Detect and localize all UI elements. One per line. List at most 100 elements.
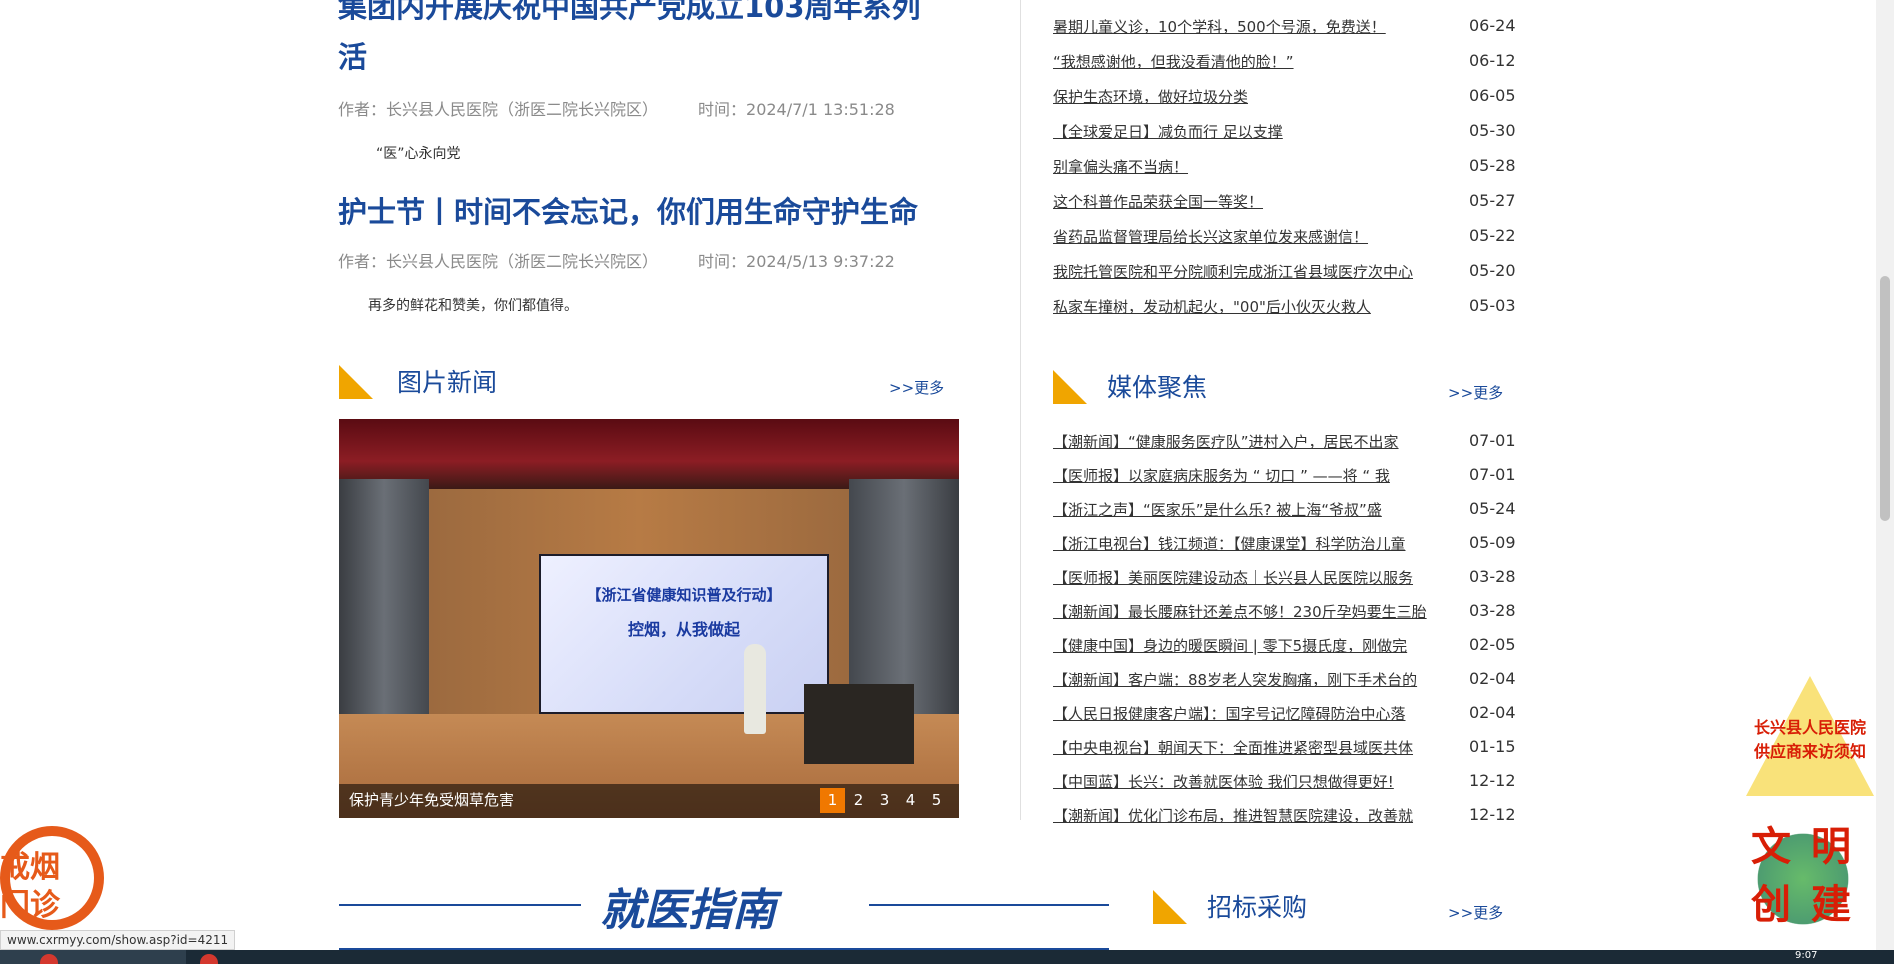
slider-page-3[interactable]: 3: [872, 788, 897, 813]
slider-page-4[interactable]: 4: [898, 788, 923, 813]
list-item[interactable]: 【健康中国】身边的暖医瞬间 | 零下5摄氏度，刚做完 02-05: [1053, 635, 1516, 659]
photo-news-more-link[interactable]: >>更多: [889, 377, 944, 398]
photo-news-title: 图片新闻: [397, 368, 498, 397]
media-header: 媒体聚焦 >>更多: [1053, 368, 1513, 408]
stage-screen: 【浙江省健康知识普及行动】 控烟，从我做起: [539, 554, 829, 714]
screen-heading: 【浙江省健康知识普及行动】: [586, 586, 782, 604]
supplier-notice-line1: 长兴县人民医院: [1753, 718, 1866, 737]
news-date: 06-05: [1469, 86, 1516, 105]
app-icon[interactable]: [200, 954, 218, 964]
list-item[interactable]: 【全球爱足日】减负而行 足以支撑 05-30: [1053, 121, 1516, 145]
slider-page-2[interactable]: 2: [846, 788, 871, 813]
media-title-link[interactable]: 【人民日报健康客户端】：国字号记忆障碍防治中心落: [1053, 703, 1445, 724]
smoke-badge-line2: 门诊: [0, 888, 60, 923]
list-item[interactable]: 【潮新闻】优化门诊布局，推进智慧医院建设，改善就 12-12: [1053, 805, 1516, 829]
media-title-link[interactable]: 【浙江之声】“医家乐”是什么乐? 被上海“爷叔”盛: [1053, 499, 1445, 520]
article-time: 时间：2024/7/1 13:51:28: [698, 100, 895, 119]
section-triangle-icon: [339, 365, 373, 399]
media-title: 媒体聚焦: [1107, 373, 1208, 402]
news-title[interactable]: 别拿偏头痛不当病！: [1053, 156, 1445, 177]
guide-divider-right: [869, 904, 1109, 906]
taskbar: 9:07: [0, 950, 1894, 964]
media-date: 02-05: [1469, 635, 1516, 654]
civil-char: 文: [1751, 824, 1791, 870]
media-title-link[interactable]: 【潮新闻】优化门诊布局，推进智慧医院建设，改善就: [1053, 805, 1445, 826]
list-item[interactable]: 【潮新闻】“健康服务医疗队”进村入户，居民不出家 07-01: [1053, 431, 1516, 455]
media-title-link[interactable]: 【潮新闻】“健康服务医疗队”进村入户，居民不出家: [1053, 431, 1445, 452]
media-date: 02-04: [1469, 669, 1516, 688]
news-title[interactable]: 这个科普作品荣获全国一等奖！: [1053, 191, 1445, 212]
supplier-notice-badge[interactable]: 长兴县人民医院 供应商来访须知: [1746, 676, 1874, 800]
list-item[interactable]: 【中央电视台】朝闻天下：全面推进紧密型县域医共体 01-15: [1053, 737, 1516, 761]
list-item[interactable]: 【人民日报健康客户端】：国字号记忆障碍防治中心落 02-04: [1053, 703, 1516, 727]
media-title-link[interactable]: 【医师报】以家庭病床服务为 “ 切口 ” ——将 “ 我: [1053, 465, 1445, 486]
list-item[interactable]: 保护生态环境，做好垃圾分类 06-05: [1053, 86, 1516, 110]
section-triangle-icon: [1153, 890, 1187, 924]
media-date: 02-04: [1469, 703, 1516, 722]
news-date: 05-03: [1469, 296, 1516, 315]
list-item[interactable]: 【医师报】美丽医院建设动态｜长兴县人民医院以服务 03-28: [1053, 567, 1516, 591]
photo-slider[interactable]: 【浙江省健康知识普及行动】 控烟，从我做起 保护青少年免受烟草危害 1 2 3 …: [339, 419, 959, 818]
news-date: 05-22: [1469, 226, 1516, 245]
civil-char: 明: [1811, 824, 1851, 870]
slider-pagination: 1 2 3 4 5: [820, 788, 949, 813]
list-item[interactable]: 【潮新闻】最长腰麻针还差点不够！230斤孕妈要生三胎 03-28: [1053, 601, 1516, 625]
photo-news-header: 图片新闻 >>更多: [339, 363, 959, 403]
news-date: 06-12: [1469, 51, 1516, 70]
media-title-link[interactable]: 【健康中国】身边的暖医瞬间 | 零下5摄氏度，刚做完: [1053, 635, 1445, 656]
list-item[interactable]: 【浙江电视台】钱江频道：【健康课堂】科学防治儿童 05-09: [1053, 533, 1516, 557]
list-item[interactable]: 这个科普作品荣获全国一等奖！ 05-27: [1053, 191, 1516, 215]
list-item[interactable]: 【潮新闻】客户端：88岁老人突发胸痛，刚下手术台的 02-04: [1053, 669, 1516, 693]
news-title[interactable]: “我想感谢他，但我没看清他的脸！”: [1053, 51, 1445, 72]
slider-page-5[interactable]: 5: [924, 788, 949, 813]
media-title-link[interactable]: 【潮新闻】最长腰麻针还差点不够！230斤孕妈要生三胎: [1053, 601, 1445, 622]
civil-char: 创: [1751, 882, 1791, 928]
tender-more-link[interactable]: >>更多: [1448, 902, 1503, 923]
media-title-link[interactable]: 【中央电视台】朝闻天下：全面推进紧密型县域医共体: [1053, 737, 1445, 758]
slider-page-1[interactable]: 1: [820, 788, 845, 813]
media-date: 05-09: [1469, 533, 1516, 552]
list-item[interactable]: 别拿偏头痛不当病！ 05-28: [1053, 156, 1516, 180]
list-item[interactable]: 暑期儿童义诊，10个学科，500个号源，免费送！ 06-24: [1053, 16, 1516, 40]
column-divider: [1020, 0, 1021, 820]
supplier-notice-line2: 供应商来访须知: [1753, 742, 1866, 761]
media-title-link[interactable]: 【潮新闻】客户端：88岁老人突发胸痛，刚下手术台的: [1053, 669, 1445, 690]
article-meta-1: 作者：长兴县人民医院（浙医二院长兴院区） 时间：2024/7/1 13:51:28: [338, 96, 895, 120]
podium: [804, 684, 914, 764]
list-item[interactable]: 【浙江之声】“医家乐”是什么乐? 被上海“爷叔”盛 05-24: [1053, 499, 1516, 523]
article-author: 作者：长兴县人民医院（浙医二院长兴院区）: [338, 252, 659, 271]
list-item[interactable]: 【医师报】以家庭病床服务为 “ 切口 ” ——将 “ 我 07-01: [1053, 465, 1516, 489]
article-summary-1: “医”心永向党: [376, 146, 461, 162]
news-title[interactable]: 保护生态环境，做好垃圾分类: [1053, 86, 1445, 107]
civilization-badge[interactable]: 文 明 创 建: [1742, 818, 1864, 938]
taskbar-active-app[interactable]: [0, 950, 186, 964]
tender-header: 招标采购 >>更多: [1153, 888, 1513, 928]
scrollbar-thumb[interactable]: [1880, 276, 1890, 521]
list-item[interactable]: 省药品监督管理局给长兴这家单位发来感谢信！ 05-22: [1053, 226, 1516, 250]
photo-caption[interactable]: 保护青少年免受烟草危害: [349, 789, 514, 810]
article-title-1[interactable]: 集团内开展庆祝中国共产党成立103周年系列 活: [338, 0, 962, 82]
list-item[interactable]: 私家车撞树，发动机起火，"00"后小伙灭火救人 05-03: [1053, 296, 1516, 320]
media-title-link[interactable]: 【医师报】美丽医院建设动态｜长兴县人民医院以服务: [1053, 567, 1445, 588]
news-title[interactable]: 私家车撞树，发动机起火，"00"后小伙灭火救人: [1053, 296, 1445, 317]
list-item[interactable]: 我院托管医院和平分院顺利完成浙江省县域医疗次中心 05-20: [1053, 261, 1516, 285]
news-title[interactable]: 省药品监督管理局给长兴这家单位发来感谢信！: [1053, 226, 1445, 247]
section-triangle-icon: [1053, 370, 1087, 404]
media-title-link[interactable]: 【中国蓝】长兴：改善就医体验 我们只想做得更好!: [1053, 771, 1445, 792]
news-date: 05-27: [1469, 191, 1516, 210]
list-item[interactable]: 【中国蓝】长兴：改善就医体验 我们只想做得更好! 12-12: [1053, 771, 1516, 795]
media-date: 12-12: [1469, 771, 1516, 790]
smoking-clinic-badge[interactable]: 戒烟 门诊: [0, 826, 104, 930]
speaker-figure: [744, 644, 766, 734]
news-title[interactable]: 【全球爱足日】减负而行 足以支撑: [1053, 121, 1445, 142]
news-date: 06-24: [1469, 16, 1516, 35]
article-summary-2: 再多的鲜花和赞美，你们都值得。: [368, 298, 578, 314]
news-title[interactable]: 我院托管医院和平分院顺利完成浙江省县域医疗次中心: [1053, 261, 1445, 282]
media-title-link[interactable]: 【浙江电视台】钱江频道：【健康课堂】科学防治儿童: [1053, 533, 1445, 554]
news-title[interactable]: 暑期儿童义诊，10个学科，500个号源，免费送！: [1053, 16, 1445, 37]
media-date: 07-01: [1469, 431, 1516, 450]
article-title-2[interactable]: 护士节丨时间不会忘记，你们用生命守护生命: [338, 187, 962, 237]
list-item[interactable]: “我想感谢他，但我没看清他的脸！” 06-12: [1053, 51, 1516, 75]
media-more-link[interactable]: >>更多: [1448, 382, 1503, 403]
guide-divider-left: [339, 904, 581, 906]
